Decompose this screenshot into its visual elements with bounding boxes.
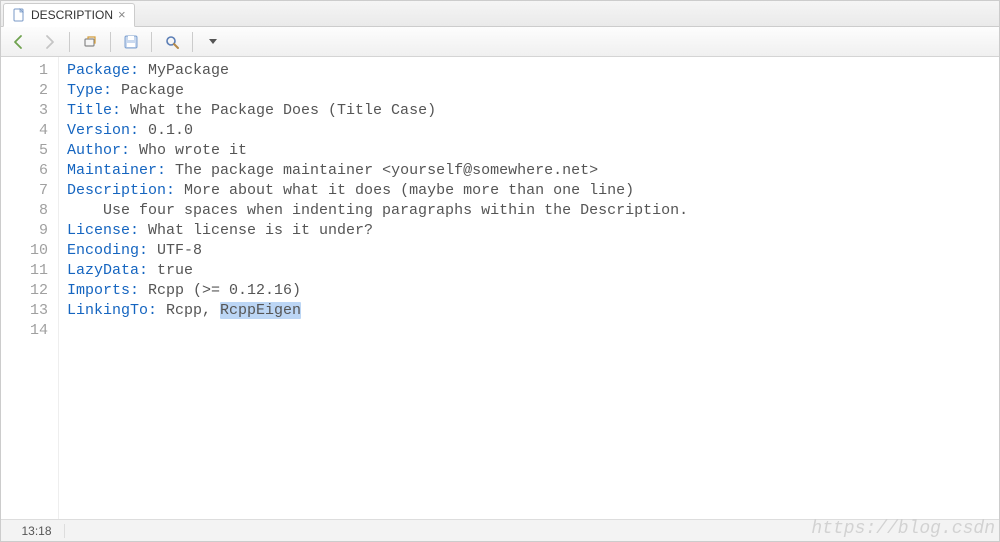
code-line[interactable]: Type: Package: [67, 81, 991, 101]
line-number: 7: [5, 181, 48, 201]
editor[interactable]: 1234567891011121314 Package: MyPackageTy…: [1, 57, 999, 519]
chevron-down-icon: [209, 39, 217, 44]
field-value: The package maintainer <yourself@somewhe…: [166, 162, 598, 179]
line-number: 14: [5, 321, 48, 341]
line-number: 12: [5, 281, 48, 301]
field-key: Package:: [67, 62, 139, 79]
field-key: LazyData:: [67, 262, 148, 279]
field-key: Maintainer:: [67, 162, 166, 179]
line-number-gutter: 1234567891011121314: [1, 57, 59, 519]
line-number: 1: [5, 61, 48, 81]
code-line[interactable]: Title: What the Package Does (Title Case…: [67, 101, 991, 121]
field-value: Package: [112, 82, 184, 99]
field-value: true: [148, 262, 193, 279]
code-line[interactable]: Package: MyPackage: [67, 61, 991, 81]
search-button[interactable]: [160, 30, 184, 54]
code-line[interactable]: Encoding: UTF-8: [67, 241, 991, 261]
line-number: 3: [5, 101, 48, 121]
code-line[interactable]: Maintainer: The package maintainer <your…: [67, 161, 991, 181]
forward-button[interactable]: [37, 30, 61, 54]
code-line[interactable]: Use four spaces when indenting paragraph…: [67, 201, 991, 221]
field-value: MyPackage: [139, 62, 229, 79]
toolbar-separator: [192, 32, 193, 52]
line-number: 13: [5, 301, 48, 321]
field-value: Who wrote it: [130, 142, 247, 159]
tab-bar: DESCRIPTION ×: [1, 1, 999, 27]
line-number: 11: [5, 261, 48, 281]
code-line[interactable]: Version: 0.1.0: [67, 121, 991, 141]
field-key: Author:: [67, 142, 130, 159]
field-key: License:: [67, 222, 139, 239]
cursor-position: 13:18: [9, 524, 65, 538]
field-key: Type:: [67, 82, 112, 99]
file-icon: [12, 8, 26, 22]
field-value: Use four spaces when indenting paragraph…: [67, 202, 688, 219]
line-number: 8: [5, 201, 48, 221]
line-number: 9: [5, 221, 48, 241]
status-bar: 13:18: [1, 519, 999, 541]
line-number: 6: [5, 161, 48, 181]
save-button[interactable]: [119, 30, 143, 54]
code-line[interactable]: LazyData: true: [67, 261, 991, 281]
field-value: Rcpp (>= 0.12.16): [139, 282, 301, 299]
code-line[interactable]: Description: More about what it does (ma…: [67, 181, 991, 201]
field-value: What the Package Does (Title Case): [121, 102, 436, 119]
field-key: LinkingTo:: [67, 302, 157, 319]
tab-description[interactable]: DESCRIPTION ×: [3, 3, 135, 27]
field-key: Version:: [67, 122, 139, 139]
field-value: What license is it under?: [139, 222, 373, 239]
back-button[interactable]: [7, 30, 31, 54]
dropdown-button[interactable]: [201, 30, 225, 54]
code-area[interactable]: Package: MyPackageType: PackageTitle: Wh…: [59, 57, 999, 519]
toolbar: [1, 27, 999, 57]
field-value: 0.1.0: [139, 122, 193, 139]
field-key: Encoding:: [67, 242, 148, 259]
line-number: 10: [5, 241, 48, 261]
line-number: 2: [5, 81, 48, 101]
code-line[interactable]: License: What license is it under?: [67, 221, 991, 241]
field-key: Description:: [67, 182, 175, 199]
field-value: Rcpp,: [157, 302, 220, 319]
code-line[interactable]: Imports: Rcpp (>= 0.12.16): [67, 281, 991, 301]
toolbar-separator: [151, 32, 152, 52]
toolbar-separator: [110, 32, 111, 52]
field-value: More about what it does (maybe more than…: [175, 182, 634, 199]
tab-title: DESCRIPTION: [31, 8, 113, 22]
code-line[interactable]: Author: Who wrote it: [67, 141, 991, 161]
toolbar-separator: [69, 32, 70, 52]
selected-text: RcppEigen: [220, 302, 301, 319]
code-line[interactable]: LinkingTo: Rcpp, RcppEigen: [67, 301, 991, 321]
field-key: Imports:: [67, 282, 139, 299]
field-value: UTF-8: [148, 242, 202, 259]
field-key: Title:: [67, 102, 121, 119]
popout-button[interactable]: [78, 30, 102, 54]
line-number: 5: [5, 141, 48, 161]
code-line[interactable]: [67, 321, 991, 341]
close-icon[interactable]: ×: [118, 8, 126, 21]
line-number: 4: [5, 121, 48, 141]
